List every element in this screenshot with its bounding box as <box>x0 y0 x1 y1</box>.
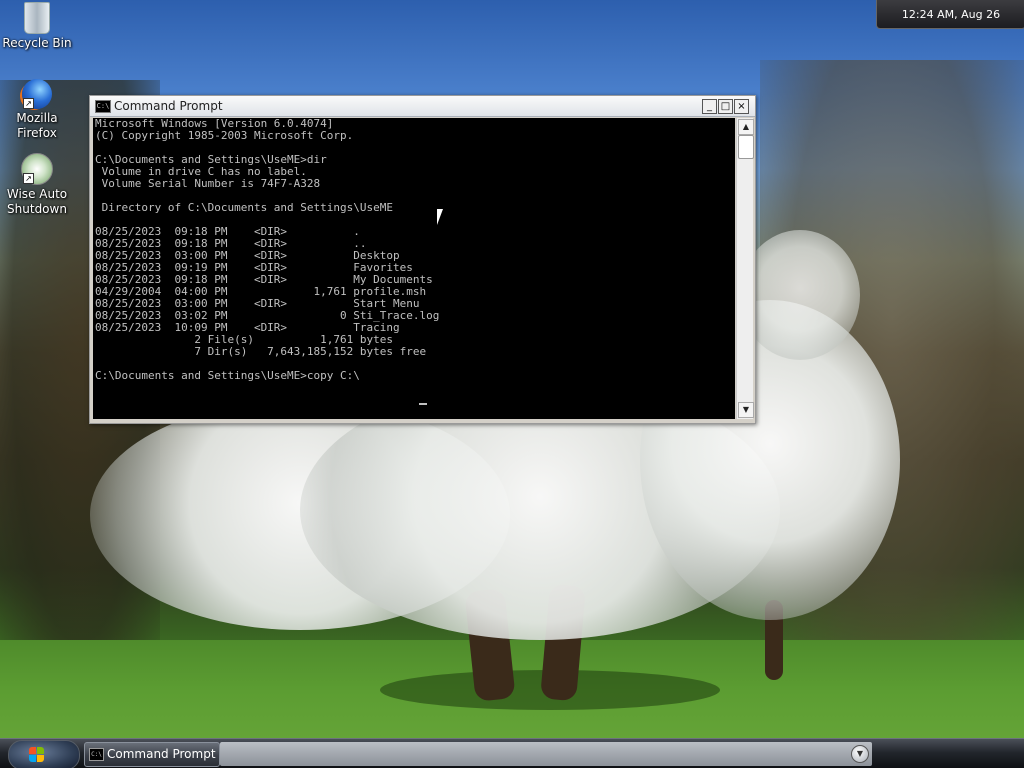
window-title: Command Prompt <box>114 99 223 113</box>
shortcut-arrow-icon: ↗ <box>23 98 34 109</box>
wise-auto-shutdown-icon: ↗ <box>21 153 53 185</box>
recycle-bin-icon <box>24 2 50 34</box>
command-prompt-window[interactable]: C:\ Command Prompt _ □ × Microsoft Windo… <box>89 95 756 424</box>
desktop-icon-label: Mozilla Firefox <box>16 111 58 140</box>
console-output: Microsoft Windows [Version 6.0.4074] (C)… <box>95 118 440 382</box>
taskbar-item-command-prompt[interactable]: C:\ Command Prompt <box>84 742 220 767</box>
wallpaper-blossom <box>740 230 860 360</box>
clock-gadget[interactable]: 12:24 AM, Aug 26 <box>876 0 1024 29</box>
taskbar-item-label: Command Prompt <box>107 747 216 761</box>
mouse-pointer-icon <box>437 209 449 225</box>
console-prompt-line: C:\Documents and Settings\UseME>copy C:\ <box>95 369 360 382</box>
windows-logo-icon <box>29 747 45 763</box>
taskbar-tray-area <box>220 742 872 766</box>
text-cursor <box>419 403 427 405</box>
desktop-icon-label: Wise Auto Shutdown <box>6 187 68 216</box>
clock-text: 12:24 AM, Aug 26 <box>901 8 1001 21</box>
window-titlebar[interactable]: C:\ Command Prompt _ □ × <box>90 96 755 117</box>
command-prompt-icon: C:\ <box>95 100 111 113</box>
scroll-up-button[interactable]: ▲ <box>738 119 754 135</box>
scroll-thumb[interactable] <box>738 135 754 159</box>
taskbar: C:\ Command Prompt ▼ <box>0 738 1024 768</box>
minimize-button[interactable]: _ <box>702 99 717 114</box>
command-prompt-icon: C:\ <box>89 748 104 761</box>
close-button[interactable]: × <box>734 99 749 114</box>
firefox-icon: ↗ <box>22 79 52 109</box>
console-area[interactable]: Microsoft Windows [Version 6.0.4074] (C)… <box>93 118 735 419</box>
desktop-icon-recycle-bin[interactable]: Recycle Bin <box>0 2 74 51</box>
show-hidden-icons-icon[interactable]: ▼ <box>851 745 869 763</box>
desktop-icon-firefox[interactable]: ↗ Mozilla Firefox <box>0 79 74 141</box>
maximize-button[interactable]: □ <box>718 99 733 114</box>
console-scrollbar[interactable]: ▲ ▼ <box>736 118 754 419</box>
desktop-icon-label: Recycle Bin <box>2 36 72 50</box>
shortcut-arrow-icon: ↗ <box>23 173 34 184</box>
start-button[interactable] <box>8 740 80 768</box>
desktop-icon-wise-auto-shutdown[interactable]: ↗ Wise Auto Shutdown <box>0 153 74 217</box>
scroll-down-button[interactable]: ▼ <box>738 402 754 418</box>
